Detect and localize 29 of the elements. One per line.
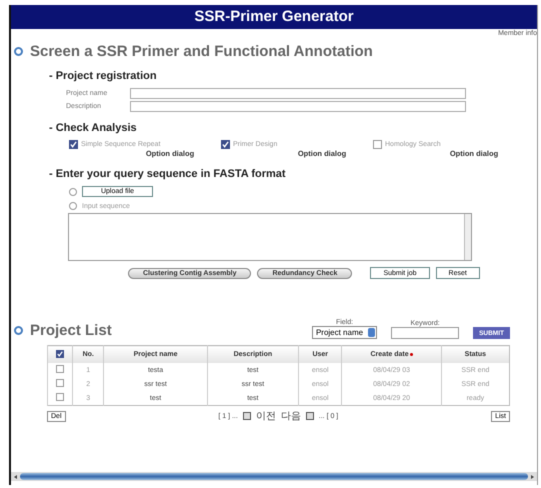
first-page-icon[interactable]	[242, 412, 251, 420]
horizontal-scrollbar[interactable]	[11, 472, 537, 481]
row-checkbox[interactable]	[56, 379, 64, 387]
sequence-text-area[interactable]	[68, 213, 472, 261]
checkbox[interactable]	[221, 140, 230, 149]
field-dropdown[interactable]: Project name	[312, 326, 378, 339]
previous-link[interactable]: 이전	[256, 409, 276, 423]
radio-button[interactable]	[69, 188, 77, 196]
row-checkbox[interactable]	[56, 393, 64, 401]
next-link[interactable]: 다음	[280, 409, 301, 423]
section-heading: Project List	[30, 322, 112, 339]
sort-marker-icon	[410, 352, 413, 356]
subsection-heading: - Project registration	[49, 70, 157, 82]
input-field[interactable]	[130, 88, 466, 99]
radio-button[interactable]	[69, 202, 77, 210]
subsection-heading: - Enter your query sequence in FASTA format	[49, 168, 286, 180]
circle-bullet-icon	[14, 326, 23, 335]
circle-bullet-icon	[14, 47, 23, 56]
dropdown-arrow-icon	[368, 328, 376, 337]
input-field[interactable]	[130, 101, 466, 112]
window-title: SSR-Primer Generator	[194, 8, 354, 25]
row-checkbox[interactable]	[56, 365, 64, 373]
subsection-heading: - Check Analysis	[49, 122, 137, 134]
section-heading: Screen a SSR Primer and Functional Annotation	[30, 43, 373, 60]
checkbox[interactable]	[373, 140, 382, 149]
keyword-input-field[interactable]	[391, 327, 460, 339]
last-page-icon[interactable]	[306, 412, 314, 420]
select-all-checkbox[interactable]	[56, 350, 64, 358]
checkbox[interactable]	[69, 140, 78, 149]
